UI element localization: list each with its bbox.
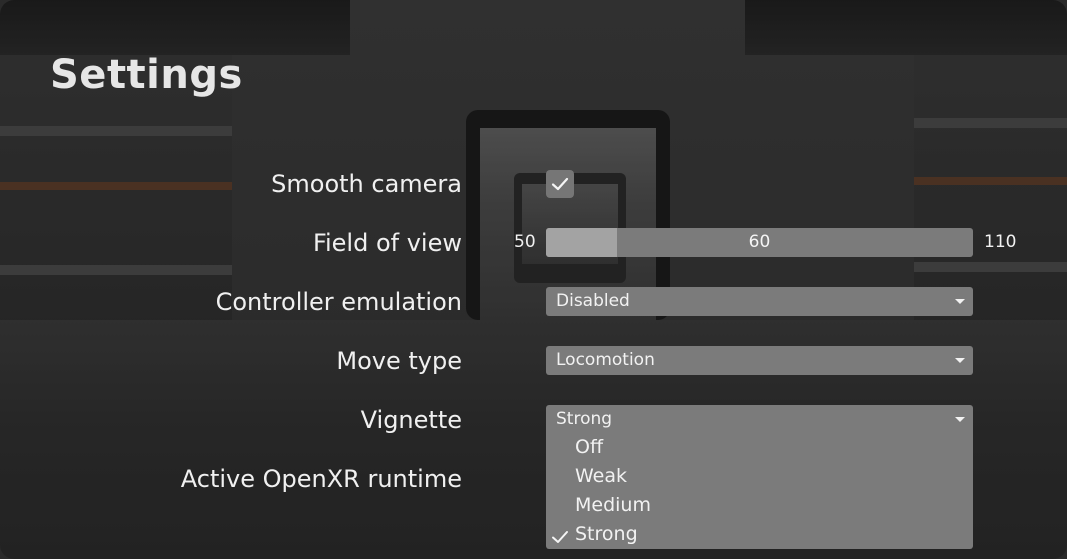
- chevron-down-icon: [955, 358, 965, 363]
- controller-emulation-select[interactable]: Disabled: [546, 287, 973, 316]
- smooth-camera-label: Smooth camera: [271, 170, 462, 198]
- dropdown-option-off[interactable]: Off: [575, 436, 603, 458]
- check-icon: [552, 531, 568, 543]
- dropdown-option-strong[interactable]: Strong: [575, 523, 638, 545]
- chevron-down-icon: [955, 417, 965, 422]
- vignette-dropdown-list: Off Weak Medium Strong: [546, 433, 973, 549]
- page-title: Settings: [50, 52, 243, 98]
- move-type-select[interactable]: Locomotion: [546, 346, 973, 375]
- move-type-label: Move type: [336, 347, 462, 375]
- slider-min-label: 50: [514, 232, 536, 252]
- field-of-view-label: Field of view: [312, 229, 462, 257]
- select-value: Disabled: [556, 291, 630, 311]
- openxr-runtime-label: Active OpenXR runtime: [180, 465, 462, 493]
- field-of-view-slider[interactable]: 60: [546, 228, 973, 257]
- select-value: Locomotion: [556, 350, 655, 370]
- slider-max-label: 110: [984, 232, 1017, 252]
- select-value: Strong: [556, 409, 613, 429]
- dropdown-option-weak[interactable]: Weak: [575, 465, 627, 487]
- vignette-select[interactable]: Strong: [546, 405, 973, 434]
- chevron-down-icon: [955, 299, 965, 304]
- smooth-camera-checkbox[interactable]: [546, 170, 574, 198]
- check-icon: [551, 177, 569, 191]
- slider-value: 60: [748, 232, 771, 252]
- dropdown-option-medium[interactable]: Medium: [575, 494, 651, 516]
- vignette-label: Vignette: [360, 406, 462, 434]
- controller-emulation-label: Controller emulation: [215, 288, 462, 316]
- settings-window: Settings Smooth camera Field of view 50 …: [0, 0, 1067, 559]
